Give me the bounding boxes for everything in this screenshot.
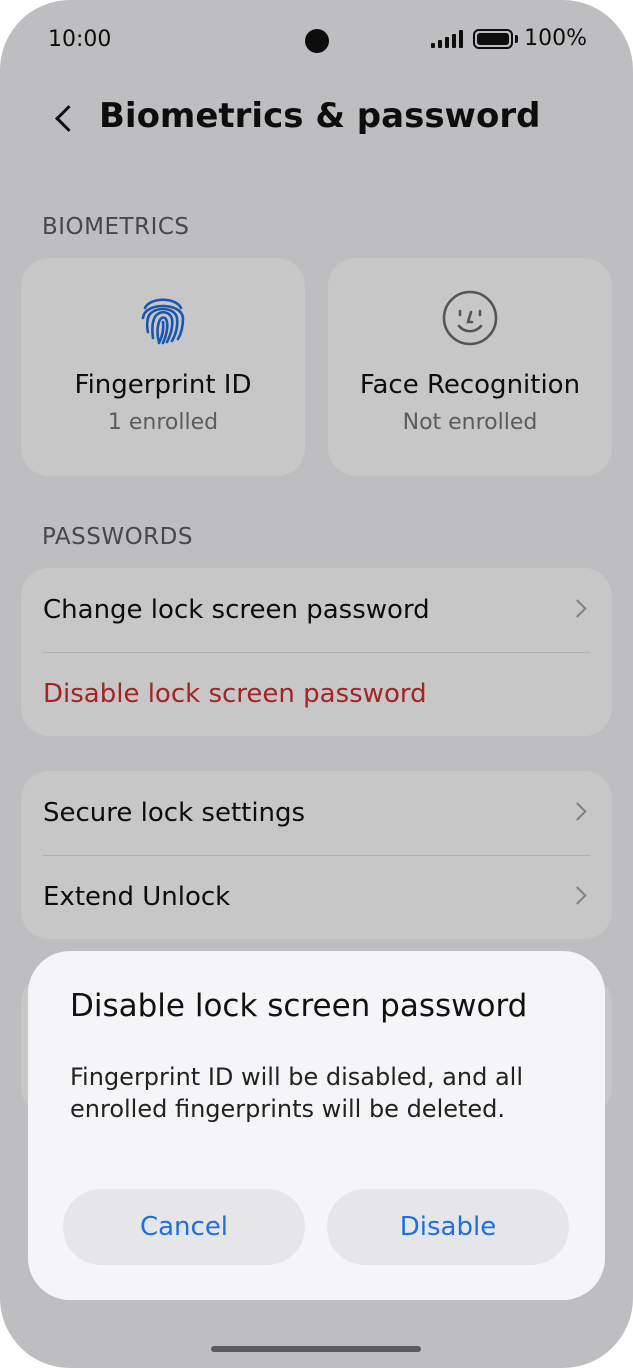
cancel-button[interactable]: Cancel	[63, 1189, 305, 1265]
home-indicator[interactable]	[211, 1346, 421, 1352]
phone-screen: 10:00 100% Biometrics & password BIOMETR…	[0, 0, 633, 1368]
dialog-title: Disable lock screen password	[70, 988, 528, 1024]
disable-password-dialog: Disable lock screen password Fingerprint…	[28, 951, 605, 1300]
dialog-message: Fingerprint ID will be disabled, and all…	[70, 1063, 523, 1123]
disable-button[interactable]: Disable	[327, 1189, 569, 1265]
